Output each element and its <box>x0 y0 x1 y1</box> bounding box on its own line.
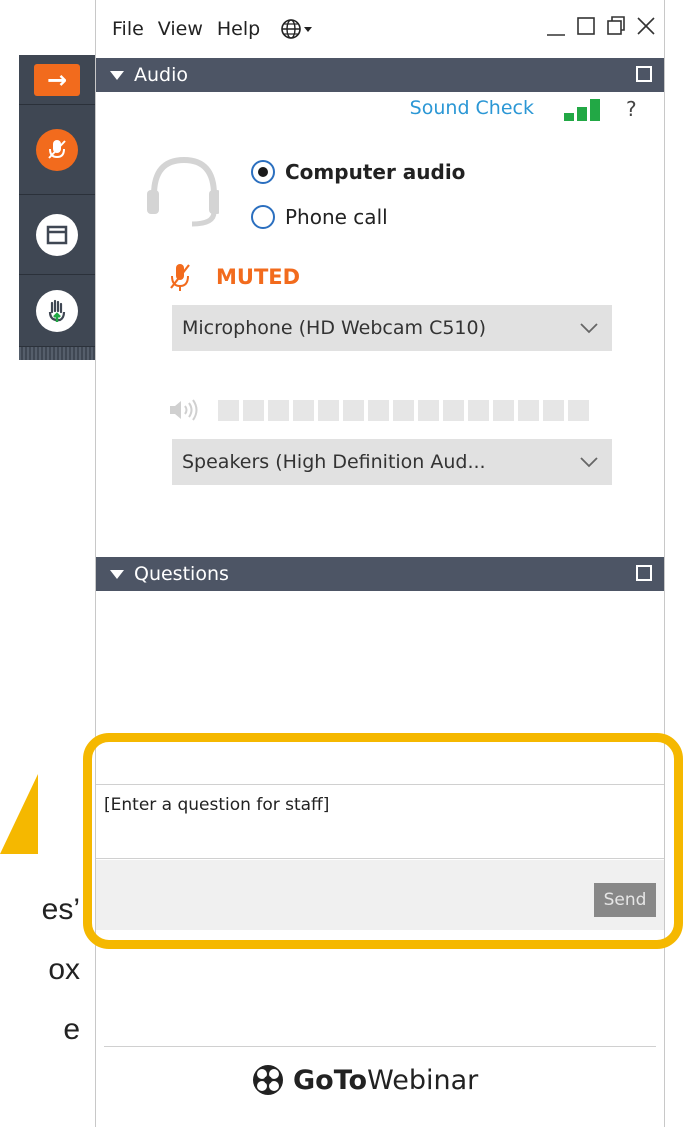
collapse-toolbar-button[interactable]: → <box>19 55 95 105</box>
mic-muted-icon <box>170 264 190 291</box>
speaker-select[interactable]: Speakers (High Definition Aud... <box>172 439 612 485</box>
speaker-level-meter <box>168 398 589 422</box>
highlight-box <box>83 733 683 949</box>
popout-icon[interactable] <box>636 66 652 82</box>
questions-panel-title: Questions <box>134 563 229 585</box>
popout-icon[interactable] <box>636 565 652 581</box>
speaker-volume-icon <box>170 399 198 421</box>
signal-strength-icon <box>564 95 600 121</box>
chevron-down-icon <box>580 457 598 468</box>
menu-file[interactable]: File <box>112 18 144 40</box>
mic-muted-icon <box>36 128 78 171</box>
menu-bar: File View Help <box>96 0 664 58</box>
audio-help-button[interactable]: ? <box>626 97 637 121</box>
side-toolbar: → <box>19 55 95 360</box>
collapse-triangle-icon <box>110 70 124 80</box>
sound-check-link[interactable]: Sound Check <box>410 97 534 119</box>
gotowebinar-logo: GoToWebinar <box>251 1063 478 1097</box>
annotation-line-3: e <box>63 1013 80 1046</box>
questions-panel-header[interactable]: Questions <box>96 557 664 591</box>
menu-view[interactable]: View <box>158 18 203 40</box>
toolbar-grip[interactable] <box>19 347 95 360</box>
raise-hand-button[interactable] <box>19 275 95 347</box>
phone-call-option[interactable]: Phone call <box>251 205 388 229</box>
screen-view-button[interactable] <box>19 195 95 275</box>
logo-text: GoToWebinar <box>293 1064 479 1096</box>
collapse-triangle-icon <box>110 569 124 579</box>
minimize-icon[interactable] <box>546 14 566 42</box>
phone-call-label: Phone call <box>285 205 388 229</box>
raise-hand-icon <box>36 289 78 332</box>
globe-icon <box>281 19 313 39</box>
audio-panel-title: Audio <box>134 64 189 86</box>
close-icon[interactable] <box>636 14 656 42</box>
arrow-right-icon: → <box>34 63 80 96</box>
language-menu[interactable] <box>280 18 314 40</box>
speaker-select-value: Speakers (High Definition Aud... <box>182 451 486 473</box>
annotation-line-2: ox <box>48 953 80 986</box>
divider <box>104 1046 656 1047</box>
phone-call-radio[interactable] <box>251 205 275 229</box>
computer-audio-label: Computer audio <box>285 160 466 184</box>
gotowebinar-logo-icon <box>253 1065 283 1095</box>
callout-pointer <box>0 774 38 854</box>
restore-icon[interactable] <box>606 14 626 42</box>
window-icon <box>36 213 78 256</box>
computer-audio-radio[interactable] <box>251 160 275 184</box>
muted-label: MUTED <box>216 265 301 289</box>
muted-status: MUTED <box>168 262 300 292</box>
mute-toggle-button[interactable] <box>19 105 95 195</box>
annotation-line-1: es’ <box>41 893 80 926</box>
computer-audio-option[interactable]: Computer audio <box>251 160 465 184</box>
maximize-icon[interactable] <box>576 14 596 42</box>
headset-icon <box>147 156 219 227</box>
menu-help[interactable]: Help <box>217 18 260 40</box>
window-controls <box>546 14 656 42</box>
microphone-select-value: Microphone (HD Webcam C510) <box>182 317 487 339</box>
gotowebinar-control-panel: File View Help Audio Sound Check ? Compu… <box>95 0 665 1127</box>
chevron-down-icon <box>580 323 598 334</box>
microphone-select[interactable]: Microphone (HD Webcam C510) <box>172 305 612 351</box>
audio-panel-header[interactable]: Audio <box>96 58 664 92</box>
